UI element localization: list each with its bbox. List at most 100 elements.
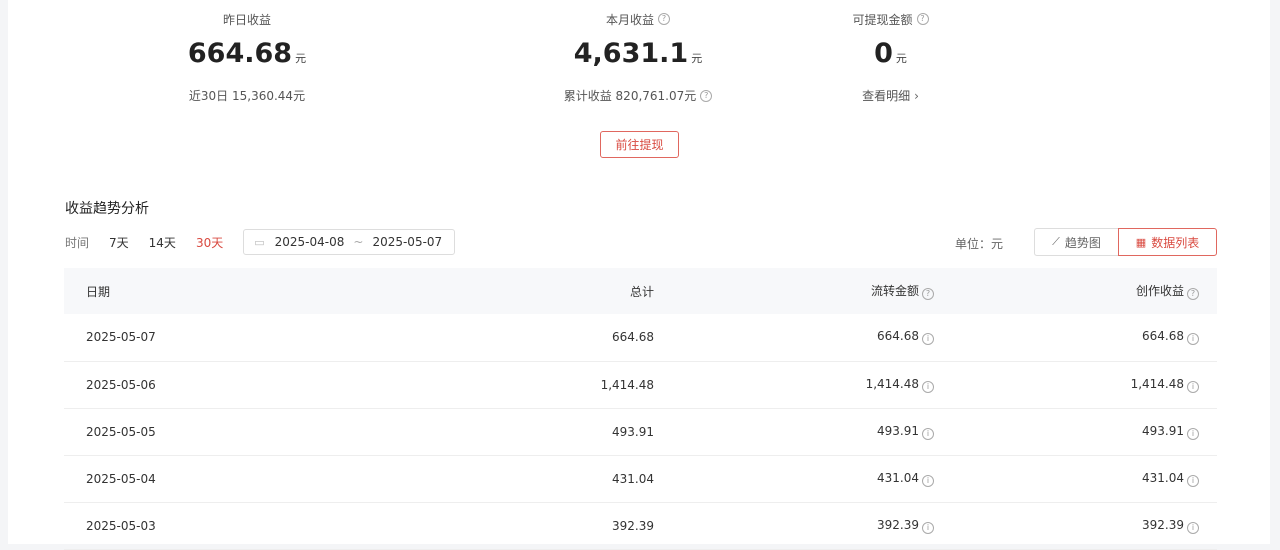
earnings-card: 昨日收益 664.68 元 近30日 15,360.44元 本月收益? 4,631… xyxy=(8,0,1270,549)
info-icon[interactable]: i xyxy=(922,474,934,487)
withdraw-button[interactable]: 前往提现 xyxy=(600,131,679,158)
question-icon[interactable]: ? xyxy=(700,89,713,102)
table-icon: ▦ xyxy=(1135,235,1147,249)
stat-label: 可提现金额? xyxy=(823,10,958,28)
info-icon[interactable]: i xyxy=(1187,427,1199,440)
question-icon[interactable]: ? xyxy=(916,13,929,25)
table-header-row: 日期 总计 流转金额? 创作收益? xyxy=(64,268,1217,314)
stat-value: 664.68 元 xyxy=(167,38,327,75)
range-30-days[interactable]: 30天 xyxy=(196,234,223,251)
trend-chart-label: 趋势图 xyxy=(1064,235,1101,250)
header-total: 总计 xyxy=(629,284,654,299)
cell-total: 1,414.48 xyxy=(600,377,654,392)
range-7-days[interactable]: 7天 xyxy=(109,234,129,251)
question-icon[interactable]: ? xyxy=(658,13,670,25)
time-label: 时间 xyxy=(65,235,90,250)
stat-label: 本月收益? xyxy=(553,10,723,28)
cell-create-value: 664.68 xyxy=(1142,329,1184,344)
calendar-icon: ▭ xyxy=(254,235,265,249)
stat-value-number: 664.68 xyxy=(187,38,293,69)
cell-date: 2025-05-05 xyxy=(86,424,156,439)
stat-withdrawable: 可提现金额? 0元 查看明细 › xyxy=(823,10,958,104)
cell-total: 664.68 xyxy=(612,330,654,345)
table-row: 2025-05-06 1,414.48 1,414.48 i 1,414.48 i xyxy=(64,361,1217,408)
trend-chart-button[interactable]: ⟋ 趋势图 xyxy=(1034,228,1118,256)
cell-date: 2025-05-07 xyxy=(86,330,156,345)
info-icon[interactable]: i xyxy=(922,427,934,440)
stat-label: 昨日收益 xyxy=(167,10,327,28)
cell-create-value: 1,414.48 xyxy=(1130,376,1184,391)
cell-flow-value: 431.04 xyxy=(877,470,919,485)
info-icon[interactable]: i xyxy=(922,380,934,393)
header-create-text: 创作收益 xyxy=(1135,284,1184,298)
info-icon[interactable]: i xyxy=(922,521,934,534)
table-row: 2025-05-03 392.39 392.39 i 392.39 i xyxy=(64,502,1217,549)
data-list-label: 数据列表 xyxy=(1151,235,1200,250)
header-date: 日期 xyxy=(86,284,111,299)
unit-label: 单位：元 xyxy=(955,237,1004,251)
stat-label-text: 本月收益 xyxy=(605,12,654,27)
stat-unit: 元 xyxy=(895,52,907,65)
stat-sub-text: 累计收益 820,761.07元 xyxy=(563,89,697,103)
cell-create: 664.68 i xyxy=(934,314,1217,361)
question-icon[interactable]: ? xyxy=(1187,288,1199,300)
cell-flow: 493.91 i xyxy=(654,408,934,455)
earnings-table: 日期 总计 流转金额? 创作收益? 2025-05-07 664.68 664.68… xyxy=(64,268,1217,550)
header-flow: 流转金额? xyxy=(654,268,934,314)
cell-flow-value: 392.39 xyxy=(877,517,919,532)
cell-flow-value: 664.68 xyxy=(877,329,919,344)
stat-yesterday: 昨日收益 664.68 元 近30日 15,360.44元 xyxy=(167,10,327,104)
cell-total: 493.91 xyxy=(612,424,654,439)
info-icon[interactable]: i xyxy=(1187,333,1199,346)
stat-sub: 累计收益 820,761.07元? xyxy=(553,87,723,104)
table-row: 2025-05-04 431.04 431.04 i 431.04 i xyxy=(64,455,1217,502)
data-list-button[interactable]: ▦ 数据列表 xyxy=(1118,228,1217,256)
header-create: 创作收益? xyxy=(934,268,1217,314)
date-start[interactable]: 2025-04-08 xyxy=(275,235,345,249)
header-flow-text: 流转金额 xyxy=(870,284,919,298)
date-separator: ~ xyxy=(353,235,364,249)
cell-create-value: 493.91 xyxy=(1142,423,1184,438)
stat-sub: 近30日 15,360.44元 xyxy=(167,87,327,104)
view-details-link[interactable]: 查看明细 › xyxy=(823,87,958,104)
cell-date: 2025-05-03 xyxy=(86,518,156,533)
info-icon[interactable]: i xyxy=(922,333,934,346)
cell-date: 2025-05-04 xyxy=(86,471,156,486)
stat-unit: 元 xyxy=(295,52,307,65)
date-end[interactable]: 2025-05-07 xyxy=(372,235,442,249)
stat-month: 本月收益? 4,631.1 元 累计收益 820,761.07元? xyxy=(553,10,723,104)
view-details-text[interactable]: 查看明细 xyxy=(862,87,910,104)
cell-flow: 431.04 i xyxy=(654,455,934,502)
cell-create: 431.04 i xyxy=(934,455,1217,502)
cell-total: 392.39 xyxy=(612,518,654,533)
date-range-picker[interactable]: ▭ 2025-04-08 ~ 2025-05-07 xyxy=(243,229,456,255)
cell-create: 493.91 i xyxy=(934,408,1217,455)
stat-sub-text: 近30日 15,360.44元 xyxy=(188,89,306,103)
time-filter: 时间 7天 14天 30天 ▭ 2025-04-08 ~ 2025-05-07 xyxy=(65,228,456,256)
stat-label-text: 可提现金额 xyxy=(852,12,913,27)
question-icon[interactable]: ? xyxy=(922,288,934,300)
cell-flow-value: 1,414.48 xyxy=(865,376,919,391)
stat-value-number: 4,631.1 xyxy=(573,38,689,69)
line-chart-icon: ⟋ xyxy=(1052,235,1060,248)
view-toggle: ⟋ 趋势图 ▦ 数据列表 xyxy=(1034,228,1217,256)
info-icon[interactable]: i xyxy=(1187,474,1199,487)
section-title: 收益趋势分析 xyxy=(65,201,149,217)
stat-label-text: 昨日收益 xyxy=(222,12,271,27)
cell-flow: 392.39 i xyxy=(654,502,934,549)
stat-unit: 元 xyxy=(691,52,703,65)
cell-total: 431.04 xyxy=(612,471,654,486)
cell-flow-value: 493.91 xyxy=(877,423,919,438)
stat-value-number: 0 xyxy=(874,38,893,69)
info-icon[interactable]: i xyxy=(1187,521,1199,534)
range-14-days[interactable]: 14天 xyxy=(149,234,176,251)
cell-create: 1,414.48 i xyxy=(934,361,1217,408)
chevron-right-icon[interactable]: › xyxy=(914,89,919,103)
cell-date: 2025-05-06 xyxy=(86,377,156,392)
stat-value: 4,631.1 元 xyxy=(553,38,723,75)
info-icon[interactable]: i xyxy=(1187,380,1199,393)
table-row: 2025-05-05 493.91 493.91 i 493.91 i xyxy=(64,408,1217,455)
cell-create-value: 392.39 xyxy=(1142,517,1184,532)
cell-flow: 1,414.48 i xyxy=(654,361,934,408)
cell-create: 392.39 i xyxy=(934,502,1217,549)
